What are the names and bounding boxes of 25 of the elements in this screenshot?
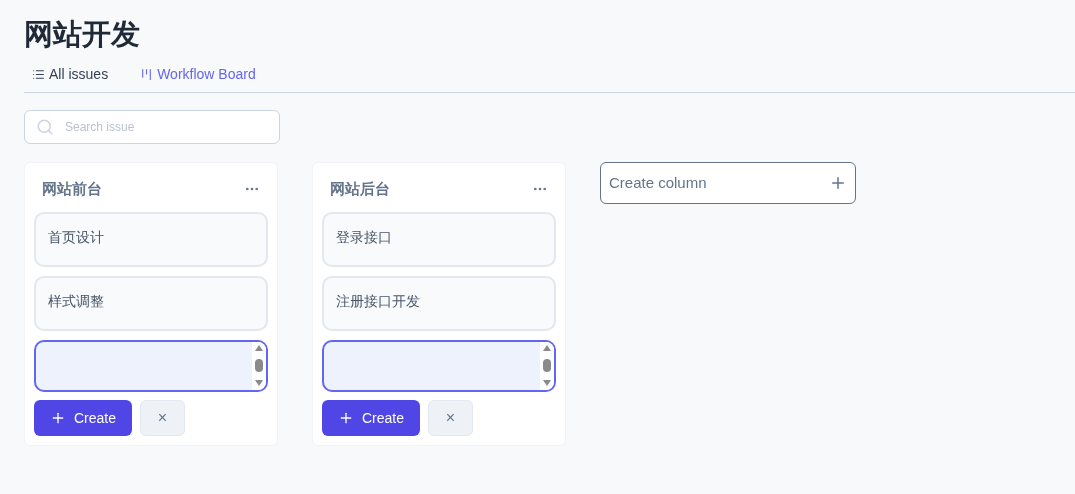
issue-card[interactable]: 登录接口 xyxy=(322,212,556,267)
search-field[interactable]: Search issue xyxy=(24,110,280,144)
scroll-arrows-icon xyxy=(252,342,266,390)
cancel-button[interactable]: × xyxy=(428,400,474,436)
new-issue-field[interactable] xyxy=(34,340,268,392)
create-button[interactable]: Create xyxy=(322,400,421,436)
plus-icon xyxy=(338,410,354,426)
issue-card[interactable]: 样式调整 xyxy=(34,276,268,331)
plus-icon xyxy=(50,410,66,426)
plus-icon xyxy=(829,174,847,192)
tab[interactable]: All issues xyxy=(32,64,109,85)
column-title: 网站后台 xyxy=(330,178,390,199)
page-title: 网站开发 xyxy=(24,17,140,52)
cancel-button[interactable]: × xyxy=(140,400,186,436)
issue-card[interactable]: 首页设计 xyxy=(34,212,268,267)
create-button[interactable]: Create xyxy=(34,400,133,436)
create-column-button[interactable]: Create column xyxy=(600,162,856,204)
list-icon xyxy=(32,68,45,81)
column-title: 网站前台 xyxy=(42,178,102,199)
search-icon xyxy=(36,118,54,136)
issue-card[interactable]: 注册接口开发 xyxy=(322,276,556,331)
tab[interactable]: Workflow Board xyxy=(140,64,256,85)
board-icon xyxy=(140,68,154,81)
new-issue-field[interactable] xyxy=(322,340,556,392)
scroll-arrows-icon xyxy=(540,342,554,390)
